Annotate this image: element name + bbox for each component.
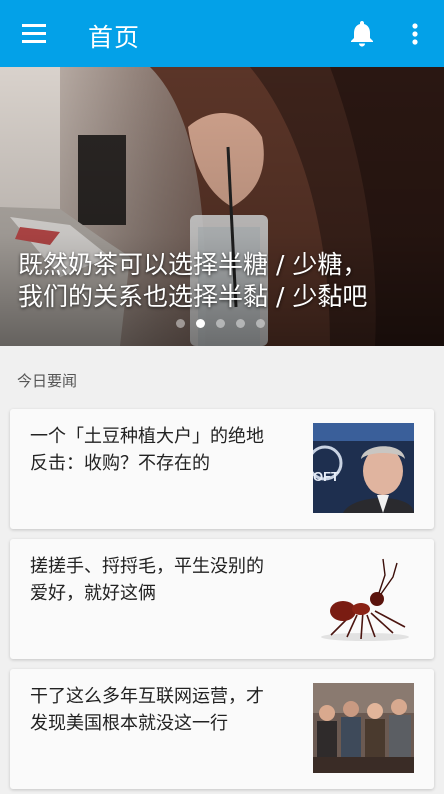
story-title-line: 干了这么多年互联网运营，才 — [30, 686, 264, 707]
app-bar: 首页 — [0, 0, 444, 67]
carousel-dot[interactable] — [216, 319, 225, 328]
ant-photo — [313, 553, 414, 643]
carousel-dot[interactable] — [256, 319, 265, 328]
carousel-dot[interactable] — [176, 319, 185, 328]
story-title-line: 反击：收购？不存在的 — [30, 453, 210, 474]
story-title: 一个「土豆种植大户」的绝地 反击：收购？不存在的 — [30, 423, 300, 477]
more-vert-icon[interactable] — [405, 21, 425, 47]
story-title: 干了这么多年互联网运营，才 发现美国根本就没这一行 — [30, 683, 300, 737]
story-title-line: 搓搓手、捋捋毛，平生没别的 — [30, 556, 264, 577]
banner-caption-line: 我们的关系也选择半黏 / 少黏吧 — [18, 282, 368, 311]
carousel-dot[interactable] — [236, 319, 245, 328]
story-title: 搓搓手、捋捋毛，平生没别的 爱好，就好这俩 — [30, 553, 300, 607]
section-title: 今日要闻 — [17, 372, 78, 390]
carousel-dot-active[interactable] — [196, 319, 205, 328]
man-in-suit-photo: OFT — [313, 423, 414, 513]
page-title: 首页 — [88, 23, 141, 52]
carousel-indicator — [176, 319, 265, 328]
conference-audience-photo — [313, 683, 414, 773]
story-card[interactable]: 搓搓手、捋捋毛，平生没别的 爱好，就好这俩 — [10, 539, 434, 659]
story-title-line: 发现美国根本就没这一行 — [30, 713, 228, 734]
banner-caption-line: 既然奶茶可以选择半糖 / 少糖， — [18, 250, 368, 279]
banner-carousel[interactable]: 既然奶茶可以选择半糖 / 少糖， 我们的关系也选择半黏 / 少黏吧 — [0, 67, 444, 346]
story-card[interactable]: 干了这么多年互联网运营，才 发现美国根本就没这一行 — [10, 669, 434, 789]
banner-caption: 既然奶茶可以选择半糖 / 少糖， 我们的关系也选择半黏 / 少黏吧 — [18, 249, 428, 313]
hamburger-menu-icon[interactable] — [20, 22, 48, 44]
svg-text:OFT: OFT — [313, 469, 339, 484]
story-card[interactable]: 一个「土豆种植大户」的绝地 反击：收购？不存在的 OFT — [10, 409, 434, 529]
bell-icon[interactable] — [349, 19, 375, 47]
story-title-line: 一个「土豆种植大户」的绝地 — [30, 426, 264, 447]
story-title-line: 爱好，就好这俩 — [30, 583, 156, 604]
